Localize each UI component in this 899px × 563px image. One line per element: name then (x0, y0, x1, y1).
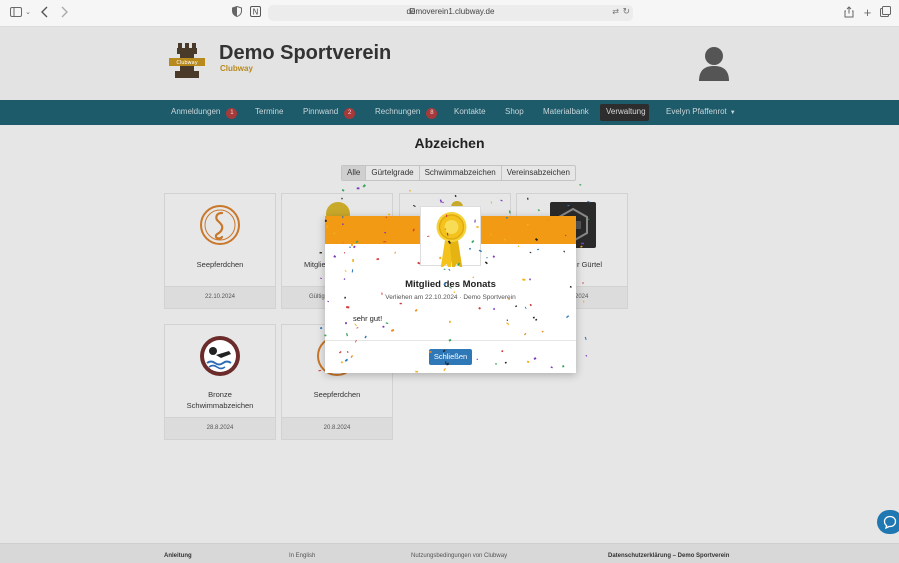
site-subtitle: Clubway (220, 64, 253, 73)
dialog-subtitle: Verliehen am 22.10.2024 · Demo Sportvere… (385, 294, 516, 301)
card-date: 22.10.2024 (165, 286, 275, 308)
main-navigation: Anmeldungen 1 Termine Pinnwand 2 Rechnunge… (0, 100, 899, 125)
share-icon[interactable] (843, 6, 854, 20)
svg-text:N: N (253, 8, 259, 17)
tab-overview-icon[interactable] (880, 6, 891, 20)
url-text: demoverein1.clubway.de (406, 7, 495, 16)
forward-arrow-icon[interactable] (59, 6, 69, 20)
divider (325, 340, 576, 341)
chat-bubble-icon (883, 515, 897, 529)
nav-item-shop[interactable]: Shop (505, 107, 524, 116)
nav-label: Evelyn Pfaffenrot (666, 107, 727, 116)
nav-item-termine[interactable]: Termine (255, 107, 283, 116)
site-title[interactable]: Demo Sportverein (219, 42, 391, 65)
privacy-shield-icon[interactable] (232, 5, 242, 20)
logo-text: Clubway (176, 60, 197, 66)
card-date: 20.8.2024 (282, 417, 392, 439)
avatar[interactable] (697, 45, 731, 81)
badge-card[interactable]: Bronze Schwimmabzeichen 28.8.2024 (164, 324, 276, 440)
nav-label: Verwaltung (606, 107, 646, 116)
award-dialog: Mitglied des Monats Verliehen am 22.10.2… (325, 206, 576, 373)
back-arrow-icon[interactable] (40, 6, 50, 20)
notification-badge: 8 (426, 108, 438, 119)
chevron-down-icon[interactable]: ⌄ (24, 6, 32, 20)
swimmer-icon (200, 336, 240, 376)
filter-tabs: Alle Gürtelgrade Schwimmabzeichen Verein… (341, 165, 576, 181)
nav-label: Rechnungen (375, 107, 421, 116)
nav-item-verwaltung[interactable]: Verwaltung (606, 107, 646, 116)
nav-label: Kontakte (454, 107, 486, 116)
nav-label: Shop (505, 107, 524, 116)
notification-badge: 1 (226, 108, 238, 119)
close-button[interactable]: Schließen (429, 349, 472, 365)
sidebar-toggle-icon[interactable] (10, 6, 22, 20)
filter-schwimmabzeichen[interactable]: Schwimmabzeichen (420, 166, 502, 180)
award-rosette-image (420, 206, 481, 271)
nav-label: Materialbank (543, 107, 589, 116)
nav-item-materialbank[interactable]: Materialbank (543, 107, 589, 116)
nav-label: Termine (255, 107, 284, 116)
site-footer: Anleitung In English Nutzungsbedingungen… (0, 543, 899, 563)
nav-item-user-menu[interactable]: Evelyn Pfaffenrot ▼ (666, 107, 736, 116)
site-header: Clubway Demo Sportverein Clubway (0, 27, 899, 100)
reader-icon[interactable]: N (250, 6, 261, 20)
filter-guertelgrade[interactable]: Gürtelgrade (366, 166, 420, 180)
footer-link-privacy[interactable]: Datenschutzerklärung – Demo Sportverein (608, 553, 729, 559)
nav-item-rechnungen[interactable]: Rechnungen 8 (375, 107, 438, 119)
help-chat-button[interactable] (877, 510, 899, 534)
nav-label: Pinnwand (303, 107, 339, 116)
nav-item-kontakte[interactable]: Kontakte (454, 107, 486, 116)
card-title: Seepferdchen (196, 260, 244, 269)
card-title: r Gürtel (577, 260, 603, 269)
page-title: Abzeichen (414, 135, 485, 151)
club-logo[interactable]: Clubway (168, 41, 206, 81)
footer-link-anleitung[interactable]: Anleitung (164, 553, 192, 559)
filter-alle[interactable]: Alle (342, 166, 367, 180)
footer-link-english[interactable]: In English (289, 553, 315, 559)
dialog-message: sehr gut! (353, 314, 383, 323)
nav-label: Anmeldungen (171, 107, 221, 116)
badge-card[interactable]: Seepferdchen 22.10.2024 (164, 193, 276, 309)
footer-link-terms[interactable]: Nutzungsbedingungen von Clubway (411, 553, 507, 559)
nav-item-anmeldungen[interactable]: Anmeldungen 1 (171, 107, 238, 119)
filter-vereinsabzeichen[interactable]: Vereinsabzeichen (502, 166, 575, 180)
browser-toolbar: ⌄ N demoverein1.clubway.de ⇄ ↻ + (0, 0, 899, 27)
card-date: 28.8.2024 (165, 417, 275, 439)
translate-icon[interactable]: ⇄ (612, 7, 619, 16)
nav-item-pinnwand[interactable]: Pinnwand 2 (303, 107, 356, 119)
new-tab-icon[interactable]: + (862, 6, 873, 20)
caret-down-icon: ▼ (729, 110, 736, 116)
seahorse-icon (200, 205, 240, 245)
notification-badge: 2 (344, 108, 356, 119)
card-title: Seepferdchen (313, 390, 361, 399)
card-title: Bronze Schwimmabzeichen (186, 390, 254, 410)
reload-icon[interactable]: ↻ (622, 6, 630, 17)
address-bar[interactable]: demoverein1.clubway.de ⇄ ↻ (268, 5, 633, 21)
dialog-title: Mitglied des Monats (405, 279, 496, 290)
